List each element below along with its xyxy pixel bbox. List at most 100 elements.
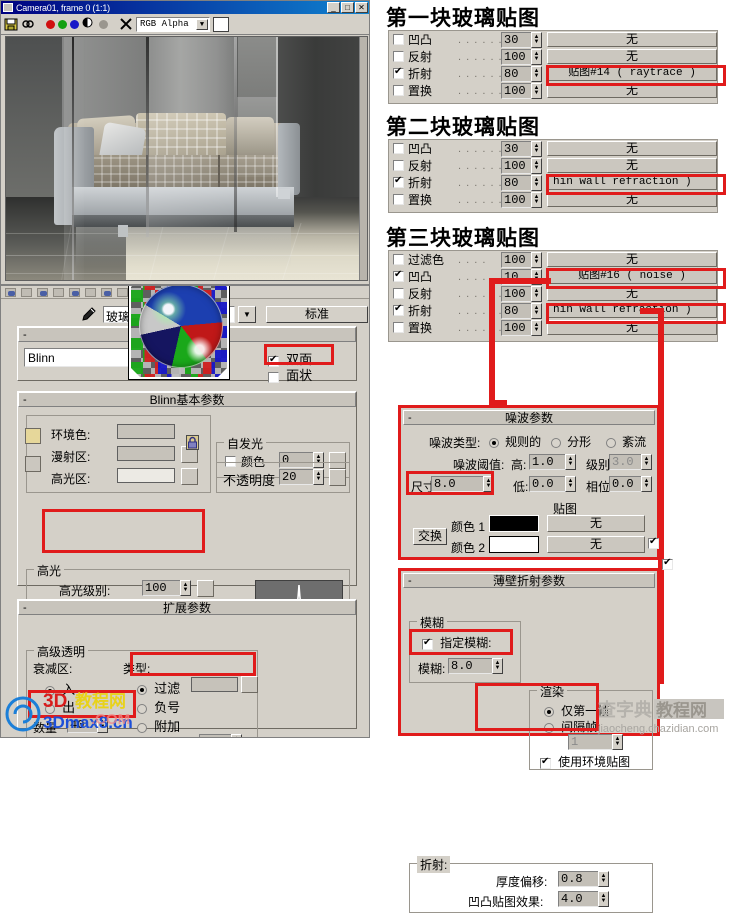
opacity-map-button[interactable] [329,469,346,486]
row-map-button[interactable]: 无 [547,32,717,47]
apply-blur-checkbox[interactable] [422,637,433,650]
noise-panel-header[interactable]: - 噪波参数 [403,410,655,425]
falloff-out-radio[interactable] [45,704,55,715]
nth-frame-radio[interactable] [544,723,554,734]
type-additive-option[interactable]: 附加 [137,716,180,735]
noise-color1-map-button[interactable]: 无 [547,515,645,532]
noise-phase-arrows[interactable]: ▲ ▼ [641,476,652,492]
noise-size-spinner[interactable]: 8.0 ▲ ▼ [431,476,494,492]
blinn-basic-header[interactable]: - Blinn基本参数 [18,392,356,407]
row-amount-spinner[interactable]: 100 ▲ ▼ [501,191,542,208]
table-row[interactable]: 置换 . . . . . . 100 ▲ ▼ 无 [389,82,717,99]
bump-map-effect-spinner[interactable]: 4.0 ▲ ▼ [558,891,609,907]
row-amount-spinner[interactable]: 80 ▲ ▼ [501,302,542,319]
thickness-offset-arrows[interactable]: ▲ ▼ [598,871,609,887]
noise-color1-checkbox[interactable] [648,536,659,549]
table-row[interactable]: 凹凸 . . . . . . 30 ▲ ▼ 无 [389,31,717,48]
type-filter-radio[interactable] [137,685,147,696]
map-shortcut-icon-2[interactable] [25,456,41,472]
ambient-color-swatch[interactable] [117,424,175,439]
amount-arrows[interactable]: ▲ ▼ [97,717,108,733]
row-amount-value[interactable]: 100 [501,157,531,174]
noise-high-spinner[interactable]: 1.0 ▲ ▼ [529,454,576,470]
table-row[interactable]: 凹凸 . . . . . . 10 ▲▼ 贴图#16 ( noise ) [389,268,717,285]
noise-levels-arrows[interactable]: ▲ ▼ [641,454,652,470]
collapse-icon-thinwall[interactable]: - [408,575,412,587]
amount-spinner[interactable]: 40 ▲ ▼ [67,717,108,733]
row-map-button[interactable]: 贴图#16 ( noise ) [547,269,717,284]
noise-type-turbulence-radio[interactable] [606,438,616,449]
clear-icon[interactable] [119,17,133,31]
noise-levels-value[interactable]: 3.0 [609,454,641,470]
noise-type-regular-option[interactable]: 规则的 [489,433,541,450]
blur-spinner[interactable]: 8.0 ▲ ▼ [448,658,503,674]
noise-size-value[interactable]: 8.0 [431,476,483,492]
table-row[interactable]: 反射 . . . . . . 100 ▲ ▼ 无 [389,285,717,302]
noise-high-arrows[interactable]: ▲ ▼ [565,454,576,470]
type-subtractive-radio[interactable] [137,704,147,715]
noise-type-fractal-radio[interactable] [551,438,561,449]
amount-value[interactable]: 40 [67,717,97,733]
collapse-icon-noise[interactable]: - [408,412,412,424]
nth-frame-arrows[interactable]: ▲ ▼ [612,734,623,750]
table-row[interactable]: 过滤色 . . . . 100 ▲ ▼ 无 [389,251,717,268]
row-amount-spinner[interactable]: 30 ▲ ▼ [501,140,542,157]
noise-type-turbulence-option[interactable]: 紊流 [606,433,646,450]
bump-map-effect-value[interactable]: 4.0 [558,891,598,907]
row-amount-arrows[interactable]: ▲▼ [531,191,542,208]
row-map-button[interactable]: 无 [547,252,717,267]
first-frame-radio[interactable] [544,707,554,718]
row-amount-arrows[interactable]: ▲▼ [531,31,542,48]
row-checkbox[interactable] [393,288,404,299]
eyedropper-icon[interactable] [79,306,97,322]
faceted-checkbox[interactable] [268,371,279,383]
row-amount-value[interactable]: 100 [501,285,531,302]
make-copy-icon[interactable] [53,287,64,297]
material-sample-slot[interactable] [128,286,230,380]
row-amount-arrows[interactable]: ▲▼ [531,48,542,65]
material-effects-icon[interactable] [85,287,96,297]
apply-blur-row[interactable]: 指定模糊: [422,634,491,651]
table-row[interactable]: 折射 . . . . . . 80 ▲▼ hin wall refraction… [389,174,717,191]
table-row[interactable]: 折射 . . . . . . 80 ▲▼ 贴图#14 ( raytrace ) [389,65,717,82]
row-map-button[interactable]: hin wall refraction ) [547,175,717,190]
row-amount-value[interactable]: 30 [501,31,531,48]
ior-spinner[interactable]: 1.5 ▲▼ [199,734,242,737]
row-checkbox[interactable] [393,303,404,316]
table-row[interactable]: 反射 . . . . . . 100 ▲ ▼ 无 [389,157,717,174]
first-frame-option[interactable]: 仅第一帧 [544,702,609,719]
row-amount-value[interactable]: 100 [501,191,531,208]
type-additive-radio[interactable] [137,723,147,734]
row-checkbox[interactable] [393,175,404,188]
row-checkbox[interactable] [393,51,404,62]
show-end-result-icon[interactable] [117,287,128,297]
row-map-button[interactable]: 无 [547,141,717,156]
row-amount-spinner[interactable]: 100 ▲ ▼ [501,82,542,99]
row-checkbox[interactable] [393,34,404,45]
spec-level-map-button[interactable] [197,580,214,597]
thickness-offset-value[interactable]: 0.8 [558,871,598,887]
reset-map-icon[interactable] [37,287,48,297]
ior-value[interactable]: 1.5 [199,734,231,737]
noise-size-arrows[interactable]: ▲ ▼ [483,476,494,492]
row-amount-spinner[interactable]: 100 ▲ ▼ [501,157,542,174]
row-map-button[interactable]: 无 [547,286,717,301]
material-type-button[interactable]: 标准 [266,305,368,323]
row-amount-spinner[interactable]: 80 ▲ ▼ [501,65,542,82]
show-map-icon[interactable] [101,287,112,297]
row-amount-spinner[interactable]: 100 ▲ ▼ [501,319,542,336]
collapse-icon[interactable]: - [23,329,27,341]
row-checkbox[interactable] [393,143,404,154]
row-amount-arrows[interactable]: ▲▼ [531,174,542,191]
row-amount-value[interactable]: 80 [501,65,531,82]
mono-channel-icon[interactable] [82,17,96,31]
noise-type-regular-radio[interactable] [489,438,499,449]
noise-color2-checkbox[interactable] [662,557,674,570]
color-swatch[interactable] [213,16,229,32]
falloff-in-option[interactable]: 入 [45,679,75,698]
faceted-checkbox-row[interactable]: 面状 [268,365,312,384]
row-checkbox[interactable] [393,85,404,96]
red-channel-icon[interactable] [46,19,55,29]
noise-color2-map-button[interactable]: 无 [547,536,645,553]
close-button[interactable]: ✕ [355,2,368,13]
